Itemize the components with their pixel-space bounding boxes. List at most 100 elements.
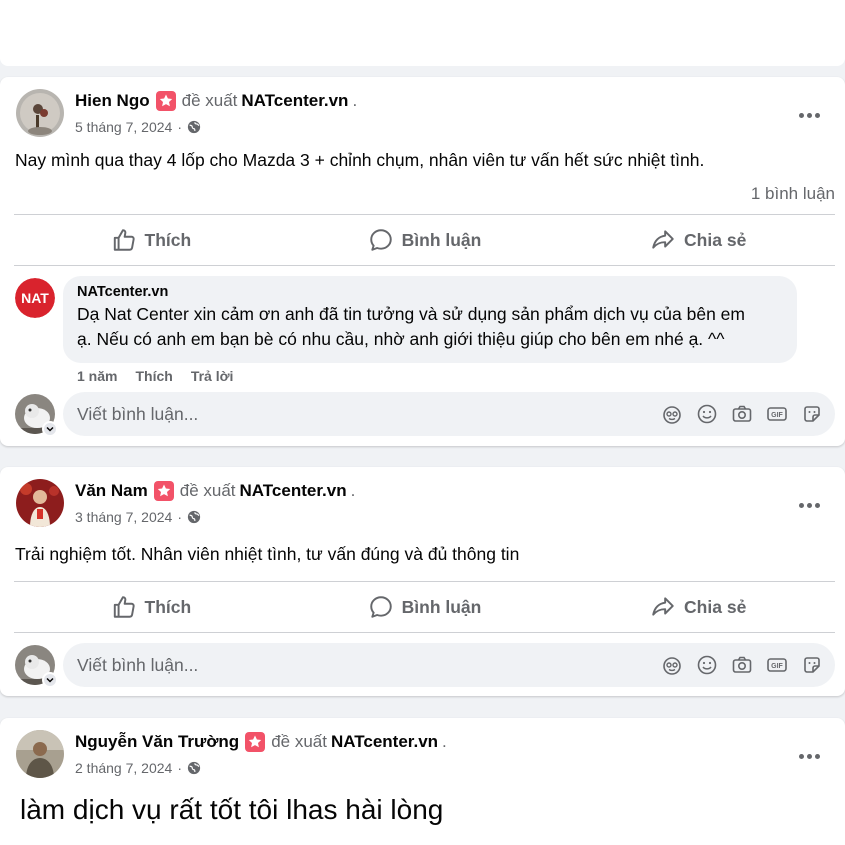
period: . — [350, 481, 356, 500]
author-avatar[interactable] — [16, 89, 64, 137]
like-button[interactable]: Thích — [14, 584, 288, 630]
post-card: Hien Ngo đề xuất NATcenter.vn. 5 tháng 7… — [0, 77, 845, 446]
post-header: Hien Ngo đề xuất NATcenter.vn. 5 tháng 7… — [16, 89, 829, 137]
like-label: Thích — [144, 229, 192, 250]
page-name[interactable]: NATcenter.vn — [331, 732, 438, 752]
comment-icon — [369, 596, 392, 618]
sticker-icon[interactable] — [801, 654, 823, 676]
recommend-star-icon — [153, 481, 174, 501]
like-button[interactable]: Thích — [14, 217, 288, 263]
post-date[interactable]: 2 tháng 7, 2024 — [75, 760, 172, 776]
comment-author[interactable]: NATcenter.vn — [77, 284, 783, 300]
commenter-avatar[interactable]: NAT — [15, 278, 55, 318]
avatar-sticker-icon[interactable] — [661, 654, 683, 676]
comment-label: Bình luận — [401, 229, 482, 250]
comment-label: Bình luận — [401, 596, 482, 617]
recommend-star-icon — [155, 91, 176, 111]
page-name[interactable]: NATcenter.vn — [241, 91, 348, 111]
meta-separator: · — [177, 760, 182, 776]
comment-count[interactable]: 1 bình luận — [751, 184, 835, 204]
recommend-text: đề xuất — [179, 481, 236, 500]
gif-icon[interactable]: GIF — [766, 403, 788, 425]
recommend-text: đề xuất — [271, 732, 327, 751]
avatar-icon — [16, 479, 64, 527]
post-text: Nay mình qua thay 4 lốp cho Mazda 3 + ch… — [15, 150, 705, 170]
camera-icon[interactable] — [731, 654, 753, 676]
comment-body-line: ạ. Nếu có anh em bạn bè có nhu cầu, nhờ … — [77, 329, 725, 349]
emoji-icon[interactable] — [696, 654, 718, 676]
post-meta: 2 tháng 7, 2024 · — [75, 760, 201, 776]
svg-text:GIF: GIF — [771, 663, 783, 670]
action-row: Thích Bình luận Chia sẻ — [14, 584, 835, 630]
more-icon[interactable] — [793, 489, 825, 521]
author-line: Hien Ngo đề xuất NATcenter.vn. — [75, 91, 357, 111]
comment-input[interactable] — [77, 654, 661, 676]
comment-button[interactable]: Bình luận — [288, 217, 562, 263]
post-date[interactable]: 5 tháng 7, 2024 — [75, 119, 172, 135]
more-icon[interactable] — [793, 740, 825, 772]
comment-bubble: NATcenter.vn Dạ Nat Center xin cảm ơn an… — [63, 276, 797, 363]
page-name[interactable]: NATcenter.vn — [240, 481, 347, 501]
author-avatar[interactable] — [16, 479, 64, 527]
author-name[interactable]: Hien Ngo — [75, 91, 150, 111]
emoji-icon[interactable] — [696, 403, 718, 425]
globe-icon — [187, 120, 201, 134]
comment-icon — [369, 229, 392, 251]
post-date[interactable]: 3 tháng 7, 2024 — [75, 509, 172, 525]
period: . — [352, 91, 358, 110]
comment-input-tools: GIF — [661, 654, 823, 676]
author-line: Văn Nam đề xuất NATcenter.vn. — [75, 481, 355, 501]
period: . — [442, 732, 447, 751]
comment-input-tools: GIF — [661, 403, 823, 425]
globe-icon — [187, 510, 201, 524]
comment-input-box: GIF — [63, 392, 835, 436]
camera-icon[interactable] — [731, 403, 753, 425]
comment-button[interactable]: Bình luận — [288, 584, 562, 630]
comment-meta: 1 năm Thích Trả lời — [77, 368, 233, 384]
recommend-text: đề xuất — [181, 91, 238, 110]
more-icon[interactable] — [793, 99, 825, 131]
author-name[interactable]: Nguyễn Văn Trường — [75, 732, 239, 752]
svg-text:GIF: GIF — [771, 412, 783, 419]
post-text: Trải nghiệm tốt. Nhân viên nhiệt tình, t… — [15, 544, 520, 564]
share-icon — [652, 230, 674, 249]
divider — [14, 214, 835, 215]
comment-input[interactable] — [77, 403, 661, 425]
like-icon — [113, 229, 135, 251]
comment-body-line: Dạ Nat Center xin cảm ơn anh đã tin tưởn… — [77, 304, 745, 324]
comment-like-link[interactable]: Thích — [135, 368, 172, 384]
comment-time[interactable]: 1 năm — [77, 368, 117, 384]
post-header: Văn Nam đề xuất NATcenter.vn. 3 tháng 7,… — [16, 479, 829, 527]
share-button[interactable]: Chia sẻ — [561, 584, 835, 630]
share-label: Chia sẻ — [684, 229, 747, 250]
meta-separator: · — [177, 509, 182, 525]
avatar-icon — [16, 89, 64, 137]
post-card: Văn Nam đề xuất NATcenter.vn. 3 tháng 7,… — [0, 467, 845, 696]
my-avatar[interactable] — [15, 394, 58, 437]
post-header: Nguyễn Văn Trường đề xuất NATcenter.vn. … — [16, 730, 829, 778]
like-label: Thích — [144, 596, 192, 617]
share-icon — [652, 597, 674, 616]
like-icon — [113, 596, 135, 618]
avatar-icon: NAT — [15, 278, 55, 318]
author-name[interactable]: Văn Nam — [75, 481, 148, 501]
comment-reply-link[interactable]: Trả lời — [191, 368, 234, 384]
share-button[interactable]: Chia sẻ — [561, 217, 835, 263]
author-avatar[interactable] — [16, 730, 64, 778]
gif-icon[interactable]: GIF — [766, 654, 788, 676]
share-label: Chia sẻ — [684, 596, 747, 617]
my-avatar[interactable] — [15, 645, 58, 688]
chevron-down-icon — [42, 421, 58, 437]
avatar-icon — [16, 730, 64, 778]
divider — [14, 581, 835, 582]
post-meta: 5 tháng 7, 2024 · — [75, 119, 201, 135]
avatar-sticker-icon[interactable] — [661, 403, 683, 425]
divider — [14, 265, 835, 266]
action-row: Thích Bình luận Chia sẻ — [14, 217, 835, 263]
post-text: làm dịch vụ rất tốt tôi lhas hài lòng — [20, 794, 444, 825]
sticker-icon[interactable] — [801, 403, 823, 425]
author-line: Nguyễn Văn Trường đề xuất NATcenter.vn. — [75, 732, 447, 752]
recommend-star-icon — [245, 732, 266, 752]
chevron-down-icon — [42, 672, 58, 688]
post-meta: 3 tháng 7, 2024 · — [75, 509, 201, 525]
